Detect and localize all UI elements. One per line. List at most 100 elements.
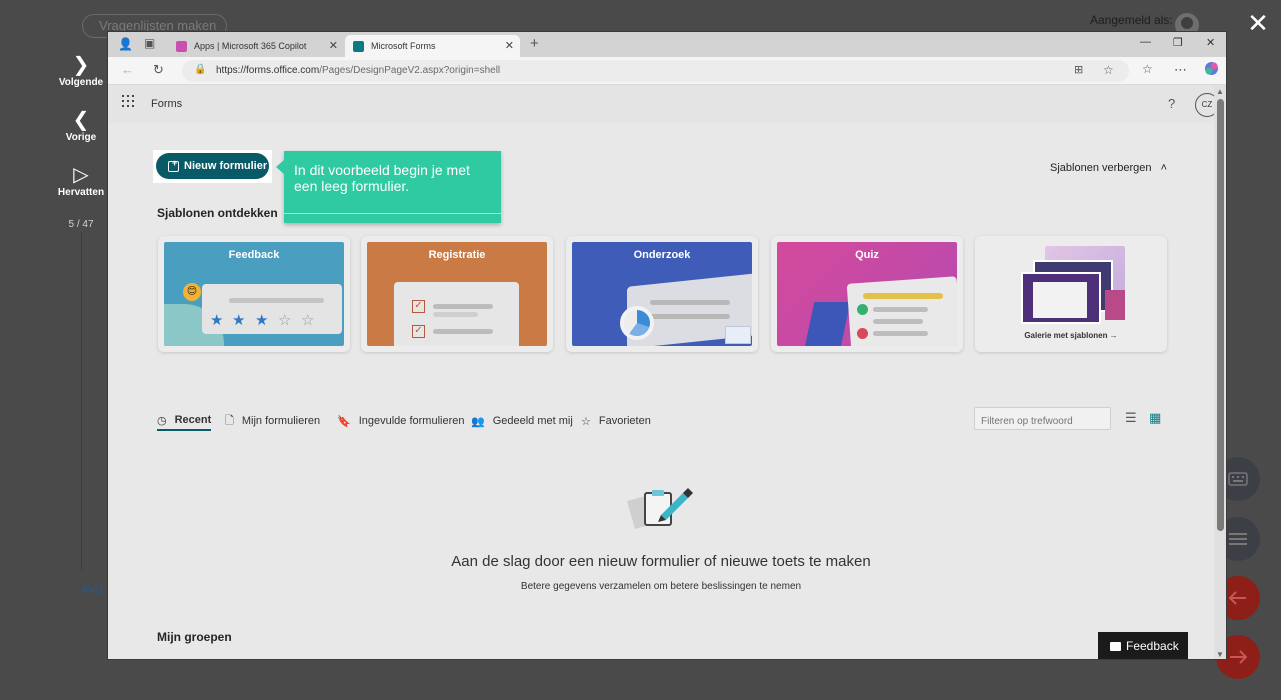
pie-chart-icon [620, 306, 654, 340]
guide-tooltip: In dit voorbeeld begin je met een leeg f… [276, 151, 501, 223]
new-tab-icon[interactable]: + [530, 35, 539, 52]
tab-actions-icon[interactable]: ▣ [144, 36, 155, 50]
template-title: Quiz [855, 249, 879, 261]
feedback-illustration: Feedback 😊 ★ ★ ★ ☆ ☆ [164, 242, 344, 346]
filter-input[interactable] [974, 407, 1111, 430]
grid-view-icon[interactable]: ▦ [1149, 410, 1161, 426]
scrollbar-thumb[interactable] [1217, 99, 1224, 531]
tab-label: Gedeeld met mij [492, 415, 573, 427]
tab-close-icon[interactable]: ✕ [329, 39, 338, 52]
template-card-research[interactable]: Onderzoek [566, 236, 758, 352]
smiley-icon: 😊 [183, 283, 201, 301]
research-illustration: Onderzoek [572, 242, 752, 346]
forms-page: Forms ? CZ Nieuw formulier In dit voorbe… [108, 85, 1214, 659]
restore-icon[interactable]: ❐ [1173, 36, 1183, 49]
chevron-up-icon: ˄ [1160, 162, 1168, 174]
quiz-illustration: Quiz [777, 242, 957, 346]
browser-window: 👤 ▣ Apps | Microsoft 365 Copilot ✕ Micro… [107, 31, 1227, 660]
tab-recent[interactable]: ◷ Recent [157, 411, 212, 431]
profile-icon[interactable]: 👤 [118, 37, 133, 51]
tab-label: Recent [174, 414, 212, 426]
new-form-icon [168, 158, 179, 172]
tab-label: Mijn formulieren [241, 415, 321, 427]
hide-templates-button[interactable]: Sjablonen verbergen ˄ [1050, 162, 1167, 174]
previous-button[interactable]: ❮ Vorige [56, 110, 106, 143]
tab-favorites[interactable]: ☆ Favorieten [581, 411, 651, 431]
list-view-icon[interactable]: ☰ [1125, 410, 1137, 426]
resume-button[interactable]: ▷ Hervatten [56, 165, 106, 198]
tab-forms[interactable]: Microsoft Forms ✕ [345, 35, 520, 57]
template-gallery-card[interactable]: Galerie met sjablonen → [975, 236, 1167, 352]
account-avatar[interactable]: CZ [1195, 93, 1214, 117]
comment-icon [1110, 641, 1121, 651]
check-circle-icon [857, 304, 868, 315]
background-divider [81, 232, 82, 570]
tab-shared-with-me[interactable]: 👥 Gedeeld met mij [471, 411, 573, 431]
reader-view-icon[interactable]: ⊞ [1074, 63, 1083, 76]
url-field[interactable]: 🔒 https://forms.office.com/Pages/DesignP… [182, 60, 1129, 82]
tab-label: Microsoft Forms [371, 41, 436, 51]
lock-icon: 🔒 [194, 64, 207, 75]
tab-my-forms[interactable]: 🗋 Mijn formulieren [225, 411, 320, 431]
chevron-right-icon: ❯ [72, 54, 90, 76]
refresh-icon[interactable]: ↻ [153, 62, 164, 78]
highlight-frame: Nieuw formulier [153, 150, 272, 183]
next-button[interactable]: ❯ Volgende [56, 55, 106, 88]
app-name[interactable]: Forms [151, 98, 182, 110]
url-host: https://forms.office.com [216, 65, 320, 76]
cross-circle-icon [857, 328, 868, 339]
scroll-up-icon[interactable]: ▲ [1216, 87, 1224, 96]
checkbox-checked-icon: ✓ [412, 300, 425, 313]
bookmark-icon: 🔖 [337, 415, 351, 428]
back-icon[interactable]: ← [121, 62, 134, 77]
close-icon[interactable]: ✕ [1246, 10, 1270, 36]
scrollbar[interactable]: ▲ ▼ [1214, 85, 1226, 659]
empty-state-title: Aan de slag door een nieuw formulier of … [451, 553, 871, 570]
clock-icon: ◷ [157, 414, 167, 427]
registration-illustration: Registratie ✓ ✓ [367, 242, 547, 346]
more-icon[interactable]: ⋯ [1174, 62, 1187, 78]
keyboard-icon [1228, 472, 1248, 486]
feedback-button[interactable]: Feedback [1098, 632, 1188, 659]
chevron-left-icon: ❮ [72, 109, 90, 131]
favorite-star-icon[interactable]: ☆ [1103, 63, 1114, 77]
forms-header: Forms ? CZ [108, 85, 1214, 123]
play-icon: ▷ [73, 164, 89, 186]
checkbox-checked-icon: ✓ [412, 325, 425, 338]
next-label: Volgende [58, 77, 104, 88]
address-bar: ← ↻ 🔒 https://forms.office.com/Pages/Des… [108, 57, 1226, 85]
star-outline-icon: ☆ [278, 312, 292, 329]
templates-section-title: Sjablonen ontdekken [157, 206, 278, 220]
help-icon[interactable]: ? [1168, 96, 1175, 111]
arrow-left-icon [1229, 591, 1246, 605]
new-form-button[interactable]: Nieuw formulier [156, 153, 269, 179]
gallery-link: Galerie met sjablonen → [1024, 331, 1118, 340]
previous-label: Vorige [65, 132, 97, 143]
scroll-down-icon[interactable]: ▼ [1216, 650, 1224, 659]
new-form-label: Nieuw formulier [184, 160, 268, 172]
tab-copilot[interactable]: Apps | Microsoft 365 Copilot ✕ [168, 35, 344, 57]
template-card-quiz[interactable]: Quiz [771, 236, 963, 352]
hide-templates-label: Sjablonen verbergen [1050, 162, 1152, 174]
tab-close-icon[interactable]: ✕ [505, 39, 514, 52]
document-icon: 🗋 [225, 414, 234, 427]
tab-label: Favorieten [598, 415, 651, 427]
arrow-right-icon [1230, 650, 1247, 664]
tab-filled-forms[interactable]: 🔖 Ingevulde formulieren [337, 411, 465, 431]
empty-state-subtitle: Betere gegevens verzamelen om betere bes… [520, 581, 802, 592]
minimize-icon[interactable]: — [1140, 36, 1151, 48]
url-path: /Pages/DesignPageV2.aspx?origin=shell [319, 65, 501, 76]
window-close-icon[interactable]: ✕ [1206, 36, 1215, 49]
template-card-registration[interactable]: Registratie ✓ ✓ [361, 236, 553, 352]
menu-icon [1229, 533, 1247, 545]
app-launcher-icon[interactable] [122, 95, 134, 107]
template-title: Onderzoek [633, 249, 691, 261]
favorites-bar-icon[interactable]: ☆ [1142, 62, 1153, 76]
star-icon: ★ [232, 312, 246, 329]
tab-label: Apps | Microsoft 365 Copilot [194, 41, 307, 51]
forms-favicon-icon [353, 40, 364, 52]
signed-in-label: Aangemeld als: [1090, 13, 1173, 27]
people-icon: 👥 [471, 415, 485, 428]
copilot-icon[interactable] [1204, 61, 1219, 79]
template-card-feedback[interactable]: Feedback 😊 ★ ★ ★ ☆ ☆ [158, 236, 350, 352]
